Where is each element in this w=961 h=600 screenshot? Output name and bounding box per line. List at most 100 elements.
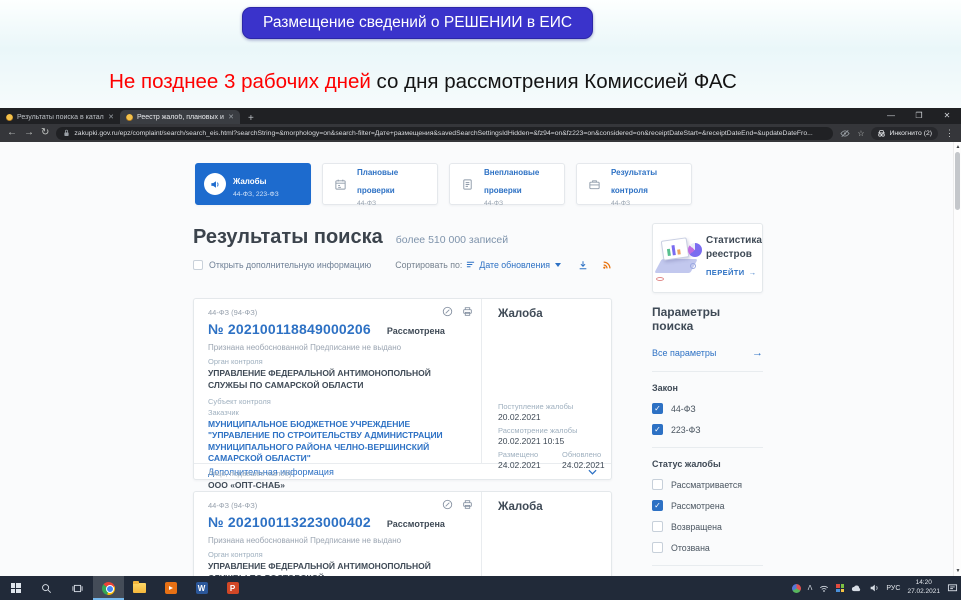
calendar-check-icon bbox=[331, 175, 350, 194]
checkbox-checked-icon[interactable] bbox=[652, 424, 663, 435]
control-organ: УПРАВЛЕНИЕ ФЕДЕРАЛЬНОЙ АНТИМОНОПОЛЬНОЙ С… bbox=[208, 368, 467, 392]
clock-date: 27.02.2021 bbox=[907, 588, 940, 597]
complaint-number-link[interactable]: № 202100118849000206 bbox=[208, 321, 371, 337]
sort-value: Дате обновления bbox=[479, 260, 550, 270]
resolution-text: Признана необоснованной Предписание не в… bbox=[208, 343, 467, 352]
all-params-link[interactable]: Все параметры → bbox=[652, 347, 763, 359]
checkbox-icon[interactable] bbox=[652, 479, 663, 490]
tab-label: Реестр жалоб, плановых и вне bbox=[137, 114, 224, 121]
browser-tab-2-active[interactable]: Реестр жалоб, плановых и вне ✕ bbox=[120, 110, 240, 124]
browser-menu-icon[interactable]: ⋮ bbox=[945, 128, 954, 139]
tab-title: Плановые проверки bbox=[357, 168, 398, 195]
attachment-icon[interactable] bbox=[442, 499, 453, 510]
open-info-checkbox[interactable] bbox=[193, 260, 203, 270]
incognito-label: Инкогнито (2) bbox=[889, 130, 932, 137]
bookmark-star-icon[interactable]: ☆ bbox=[857, 129, 864, 138]
task-view-button[interactable] bbox=[62, 576, 93, 600]
back-icon[interactable]: ← bbox=[7, 128, 17, 138]
registry-statistics-card[interactable]: Статистика реестров ПЕРЕЙТИ → bbox=[652, 223, 763, 293]
checkbox-icon[interactable] bbox=[652, 521, 663, 532]
system-tray: ᐱ РУС 14:20 27.02.2021 bbox=[792, 579, 961, 597]
maximize-icon[interactable]: ❐ bbox=[905, 108, 933, 123]
checkbox-label: Рассмотрена bbox=[671, 501, 725, 511]
field-label: Заказчик bbox=[208, 408, 467, 417]
download-icon[interactable] bbox=[578, 260, 588, 270]
tab-label: Результаты поиска в каталоге bbox=[17, 114, 104, 121]
customer-link[interactable]: МУНИЦИПАЛЬНОЕ БЮДЖЕТНОЕ УЧРЕЖДЕНИЕ "УПРА… bbox=[208, 419, 467, 465]
eye-slash-icon[interactable] bbox=[840, 129, 850, 138]
reload-icon[interactable]: ↻ bbox=[41, 128, 49, 138]
checkbox-icon[interactable] bbox=[652, 542, 663, 553]
registry-tabs: Жалобы44-ФЗ, 223-ФЗ Плановые проверки 44-… bbox=[195, 163, 692, 205]
browser-tab-1[interactable]: Результаты поиска в каталоге ✕ bbox=[0, 110, 120, 124]
close-tab-icon[interactable]: ✕ bbox=[228, 113, 234, 121]
printer-icon[interactable] bbox=[462, 306, 473, 317]
attachment-icon[interactable] bbox=[442, 306, 453, 317]
taskbar-explorer-button[interactable] bbox=[124, 576, 155, 600]
tab-planned-inspections[interactable]: Плановые проверки 44-ФЗ bbox=[322, 163, 438, 205]
speaker-icon[interactable] bbox=[869, 583, 879, 593]
scroll-down-icon[interactable]: ▼ bbox=[954, 568, 961, 574]
page-scrollbar[interactable]: ▲ ▼ bbox=[953, 142, 961, 576]
sort-dropdown[interactable]: Сортировать по: Дате обновления bbox=[395, 260, 561, 270]
taskbar-search-button[interactable] bbox=[31, 576, 62, 600]
taskbar-word-button[interactable]: W bbox=[186, 576, 217, 600]
filter-status-returned[interactable]: Возвращена bbox=[652, 521, 763, 532]
tray-app-icon[interactable] bbox=[836, 584, 844, 592]
filter-law-223fz[interactable]: 223-ФЗ bbox=[652, 424, 763, 435]
language-indicator[interactable]: РУС bbox=[886, 585, 900, 592]
divider bbox=[652, 447, 763, 448]
scroll-up-icon[interactable]: ▲ bbox=[954, 144, 961, 150]
checkbox-checked-icon[interactable] bbox=[652, 403, 663, 414]
taskbar-chrome-button[interactable] bbox=[93, 576, 124, 600]
folder-icon bbox=[133, 583, 146, 593]
field-label: Орган контроля bbox=[208, 357, 467, 366]
close-tab-icon[interactable]: ✕ bbox=[108, 113, 114, 121]
field-label: Лицо, подавшее жалобу bbox=[208, 469, 467, 478]
tab-control-results[interactable]: Результаты контроля44-ФЗ bbox=[576, 163, 692, 205]
divider bbox=[652, 565, 763, 566]
start-button[interactable] bbox=[0, 576, 31, 600]
network-icon[interactable] bbox=[819, 584, 829, 593]
arrow-right-icon: → bbox=[749, 268, 757, 277]
browser-window: Результаты поиска в каталоге ✕ Реестр жа… bbox=[0, 108, 961, 576]
filter-law-44fz[interactable]: 44-ФЗ bbox=[652, 403, 763, 414]
checkbox-checked-icon[interactable] bbox=[652, 500, 663, 511]
complaint-number-link[interactable]: № 202100113223000402 bbox=[208, 514, 371, 530]
incognito-badge[interactable]: Инкогнито (2) bbox=[871, 127, 938, 140]
cloud-icon[interactable] bbox=[851, 584, 862, 592]
tab-subtitle: 44-ФЗ, 223-ФЗ bbox=[233, 191, 279, 198]
deadline-highlight: Не позднее 3 рабочих дней bbox=[109, 70, 371, 93]
results-column: Результаты поиска более 510 000 записей … bbox=[193, 226, 612, 576]
tray-expand-icon[interactable]: ᐱ bbox=[808, 584, 813, 592]
minimize-icon[interactable]: — bbox=[877, 108, 905, 123]
close-window-icon[interactable]: ✕ bbox=[933, 108, 961, 123]
law-section-title: Закон bbox=[652, 383, 763, 393]
taskbar-powerpoint-button[interactable]: P bbox=[217, 576, 248, 600]
search-icon bbox=[41, 583, 52, 594]
url-text: zakupki.gov.ru/epz/complaint/search/sear… bbox=[74, 130, 826, 137]
filter-status-reviewing[interactable]: Рассматривается bbox=[652, 479, 763, 490]
statistics-illustration bbox=[656, 233, 704, 285]
new-tab-icon[interactable]: + bbox=[248, 114, 254, 124]
rss-icon[interactable] bbox=[602, 260, 612, 270]
scrollbar-thumb[interactable] bbox=[955, 152, 960, 210]
address-bar[interactable]: zakupki.gov.ru/epz/complaint/search/sear… bbox=[56, 127, 833, 140]
action-center-icon[interactable] bbox=[947, 583, 958, 593]
arrow-right-icon: → bbox=[752, 347, 763, 359]
tab-complaints[interactable]: Жалобы44-ФЗ, 223-ФЗ bbox=[195, 163, 311, 205]
forward-icon[interactable]: → bbox=[24, 128, 34, 138]
printer-icon[interactable] bbox=[462, 499, 473, 510]
filter-status-reviewed[interactable]: Рассмотрена bbox=[652, 500, 763, 511]
tab-unplanned-inspections[interactable]: Внеплановые проверки44-ФЗ bbox=[449, 163, 565, 205]
date-value: 20.02.2021 bbox=[498, 412, 611, 422]
taskbar-media-button[interactable] bbox=[155, 576, 186, 600]
tray-colored-circle-icon[interactable] bbox=[792, 584, 801, 593]
statistics-go-link[interactable]: ПЕРЕЙТИ → bbox=[706, 268, 758, 277]
banner-title: Размещение сведений о РЕШЕНИИ в ЕИС bbox=[242, 7, 593, 39]
lock-icon bbox=[63, 129, 70, 137]
filter-status-withdrawn[interactable]: Отозвана bbox=[652, 542, 763, 553]
slide-banner: Размещение сведений о РЕШЕНИИ в ЕИС Не п… bbox=[0, 0, 961, 108]
tab-subtitle: 44-ФЗ bbox=[357, 200, 429, 207]
taskbar-clock[interactable]: 14:20 27.02.2021 bbox=[907, 579, 940, 597]
